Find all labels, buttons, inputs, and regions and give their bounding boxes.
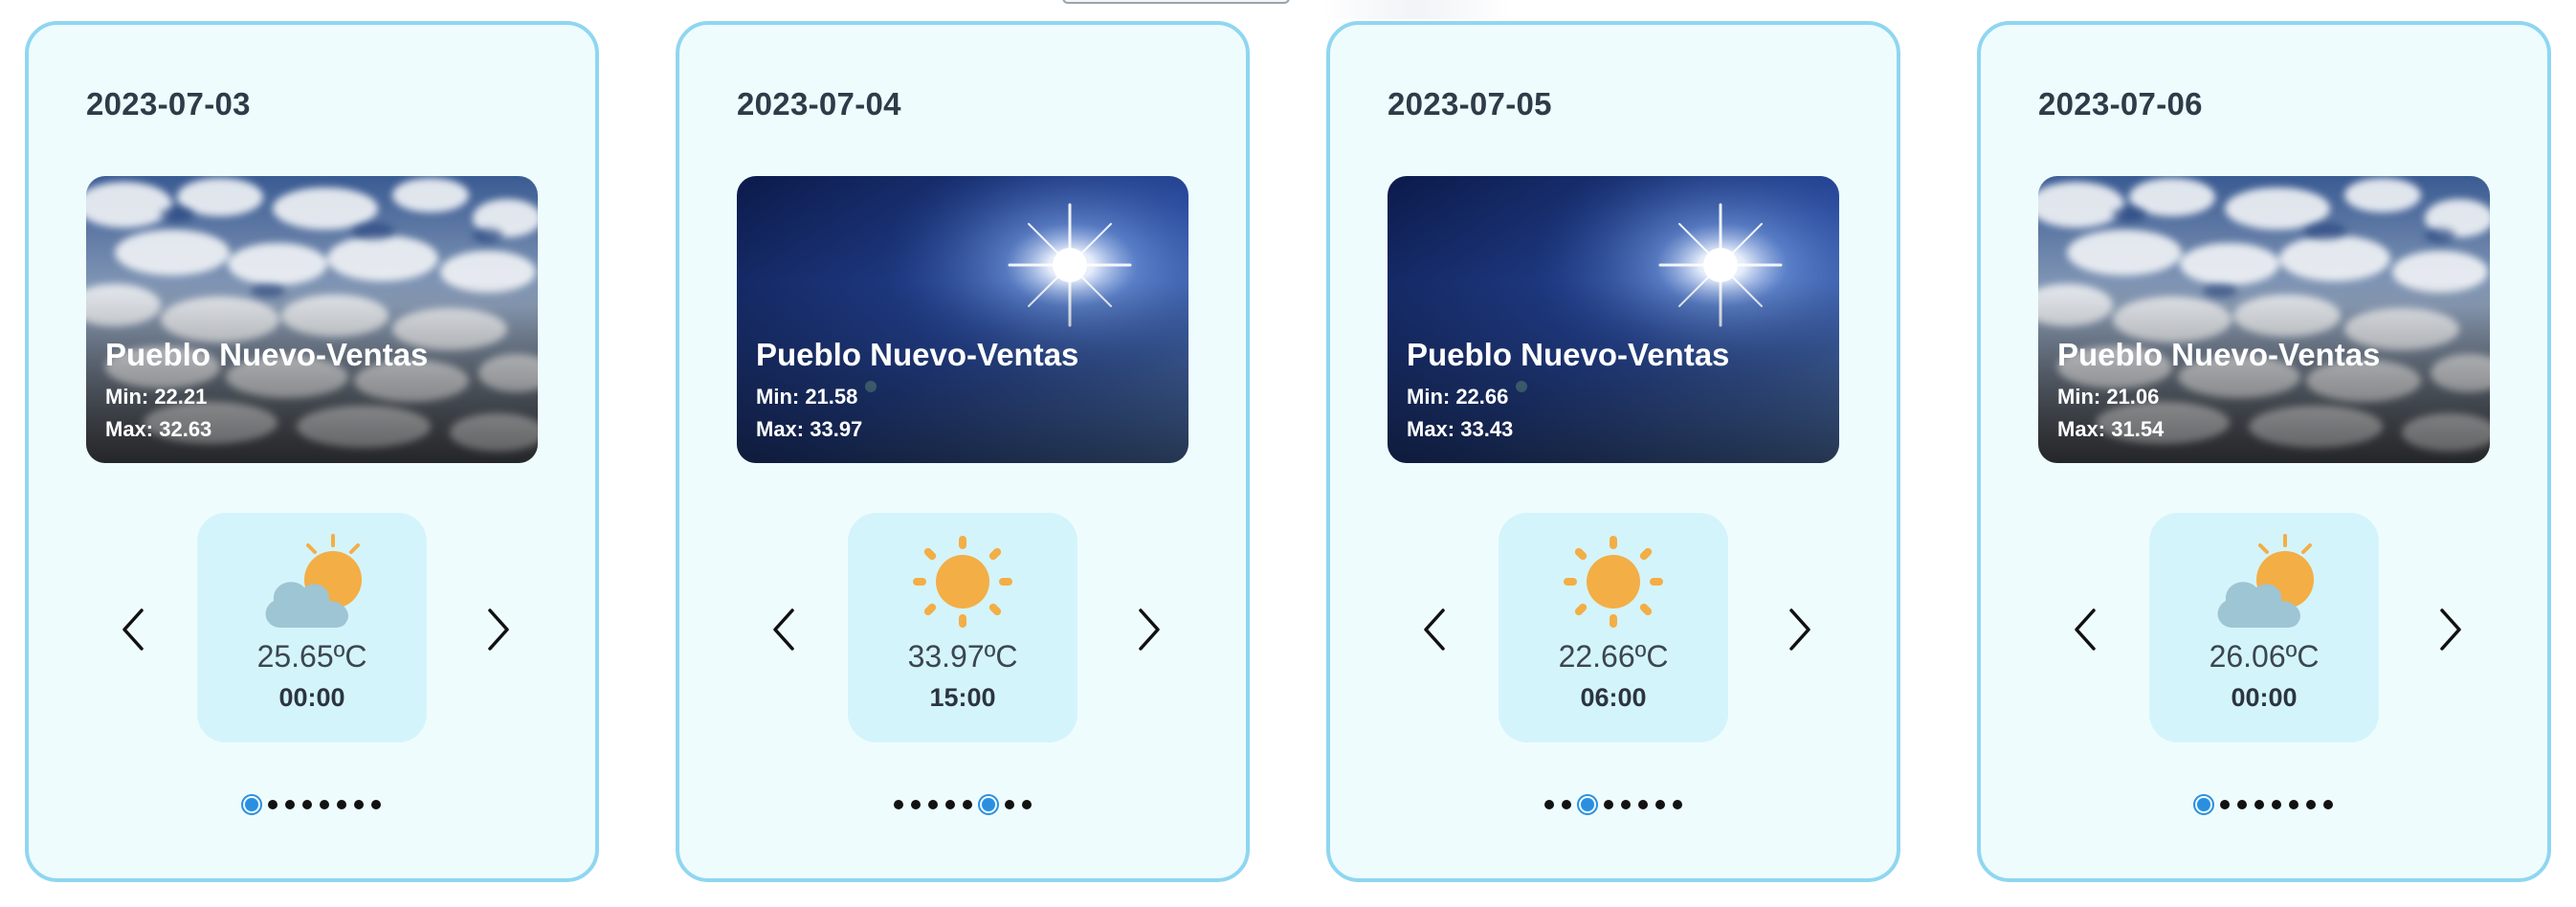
cloudy-sky-photo: Pueblo Nuevo-Ventas Min: 21.06 Max: 31.5… [2038,176,2490,463]
next-slide-button[interactable] [1129,603,1167,656]
forecast-card: 2023-07-06 Pueblo Nuevo-Ventas Min: 21.0… [1977,21,2551,882]
slide-indicator-dot[interactable] [285,800,295,809]
slide-temperature: 33.97ºC [907,639,1018,674]
city-name: Pueblo Nuevo-Ventas [2057,337,2381,372]
slide-time: 06:00 [1580,683,1647,712]
city-name: Pueblo Nuevo-Ventas [1407,337,1730,372]
slide-indicator-dot[interactable] [1544,800,1554,809]
next-slide-button[interactable] [1780,603,1818,656]
slide-indicator-dot[interactable] [1005,800,1014,809]
slide-indicator-dot[interactable] [320,800,329,809]
sunny-sky-photo: Pueblo Nuevo-Ventas Min: 22.66 Max: 33.4… [1388,176,1839,463]
sunny-sky-photo: Pueblo Nuevo-Ventas Min: 21.58 Max: 33.9… [737,176,1188,463]
slide-indicator-dot[interactable] [963,800,972,809]
previous-slide-button[interactable] [766,603,804,656]
slide-indicators [1981,798,2547,811]
slide-indicator-dot-active[interactable] [245,798,258,811]
max-temperature: Max: 33.43 [1407,417,1514,441]
sun-icon [1556,530,1671,635]
slide-indicator-dot[interactable] [1638,800,1648,809]
slide-indicator-dot[interactable] [911,800,921,809]
partly-cloudy-icon [2207,530,2321,635]
slide-temperature: 22.66ºC [1558,639,1669,674]
chevron-left-icon [2075,608,2096,651]
chevron-left-icon [122,608,144,651]
slide-indicator-dot[interactable] [2306,800,2316,809]
slide-indicator-dot[interactable] [354,800,364,809]
slide-time: 00:00 [2231,683,2298,712]
slide-indicator-dot-active[interactable] [982,798,995,811]
partly-cloudy-icon [255,530,369,635]
forecast-slide: 25.65ºC 00:00 [197,513,427,742]
forecast-card: 2023-07-03 Pueblo Nuevo-Ventas Min: 22.2… [25,21,599,882]
slide-temperature: 26.06ºC [2209,639,2320,674]
previous-slide-button[interactable] [115,603,153,656]
next-slide-button[interactable] [2431,603,2469,656]
slide-temperature: 25.65ºC [256,639,367,674]
slide-indicator-dot[interactable] [302,800,312,809]
slide-indicator-dot-active[interactable] [2197,798,2210,811]
slide-indicators [29,798,595,811]
top-edge-control [1062,0,1290,4]
slide-time: 00:00 [278,683,345,712]
card-date: 2023-07-05 [1388,86,1552,122]
slide-indicators [679,798,1246,811]
slide-indicator-dot[interactable] [2289,800,2298,809]
slide-indicator-dot[interactable] [894,800,903,809]
slide-indicator-dot[interactable] [945,800,955,809]
sun-icon [905,530,1020,635]
slide-indicator-dot[interactable] [1655,800,1665,809]
slide-indicator-dot[interactable] [2272,800,2281,809]
slide-indicators [1330,798,1897,811]
slide-indicator-dot[interactable] [268,800,278,809]
forecast-card: 2023-07-04 Pueblo Nuevo-Ventas Min: 21.5… [676,21,1250,882]
top-edge-shadow [1321,0,1512,19]
chevron-right-icon [1139,608,1160,651]
slide-indicator-dot[interactable] [1562,800,1571,809]
max-temperature: Max: 32.63 [105,417,212,441]
chevron-right-icon [1789,608,1810,651]
max-temperature: Max: 33.97 [756,417,863,441]
slide-indicator-dot[interactable] [1621,800,1631,809]
card-date: 2023-07-06 [2038,86,2203,122]
slide-indicator-dot-active[interactable] [1581,798,1594,811]
min-temperature: Min: 22.66 [1407,385,1509,409]
slide-indicator-dot[interactable] [2323,800,2333,809]
chevron-left-icon [1424,608,1445,651]
next-slide-button[interactable] [478,603,517,656]
cloudy-sky-photo: Pueblo Nuevo-Ventas Min: 22.21 Max: 32.6… [86,176,538,463]
slide-indicator-dot[interactable] [337,800,346,809]
slide-indicator-dot[interactable] [1673,800,1682,809]
forecast-slide: 33.97ºC 15:00 [848,513,1077,742]
slide-indicator-dot[interactable] [2237,800,2247,809]
card-date: 2023-07-03 [86,86,251,122]
previous-slide-button[interactable] [1416,603,1455,656]
slide-indicator-dot[interactable] [1604,800,1613,809]
slide-indicator-dot[interactable] [371,800,381,809]
min-temperature: Min: 22.21 [105,385,208,409]
slide-indicator-dot[interactable] [1022,800,1032,809]
city-name: Pueblo Nuevo-Ventas [756,337,1079,372]
card-date: 2023-07-04 [737,86,901,122]
chevron-right-icon [2440,608,2461,651]
slide-indicator-dot[interactable] [2220,800,2230,809]
max-temperature: Max: 31.54 [2057,417,2165,441]
min-temperature: Min: 21.58 [756,385,858,409]
slide-time: 15:00 [929,683,996,712]
chevron-left-icon [773,608,794,651]
min-temperature: Min: 21.06 [2057,385,2160,409]
chevron-right-icon [488,608,509,651]
forecast-card: 2023-07-05 Pueblo Nuevo-Ventas Min: 22.6… [1326,21,1900,882]
previous-slide-button[interactable] [2067,603,2105,656]
forecast-slide: 26.06ºC 00:00 [2149,513,2379,742]
city-name: Pueblo Nuevo-Ventas [105,337,429,372]
forecast-slide: 22.66ºC 06:00 [1499,513,1728,742]
slide-indicator-dot[interactable] [2254,800,2264,809]
slide-indicator-dot[interactable] [928,800,938,809]
